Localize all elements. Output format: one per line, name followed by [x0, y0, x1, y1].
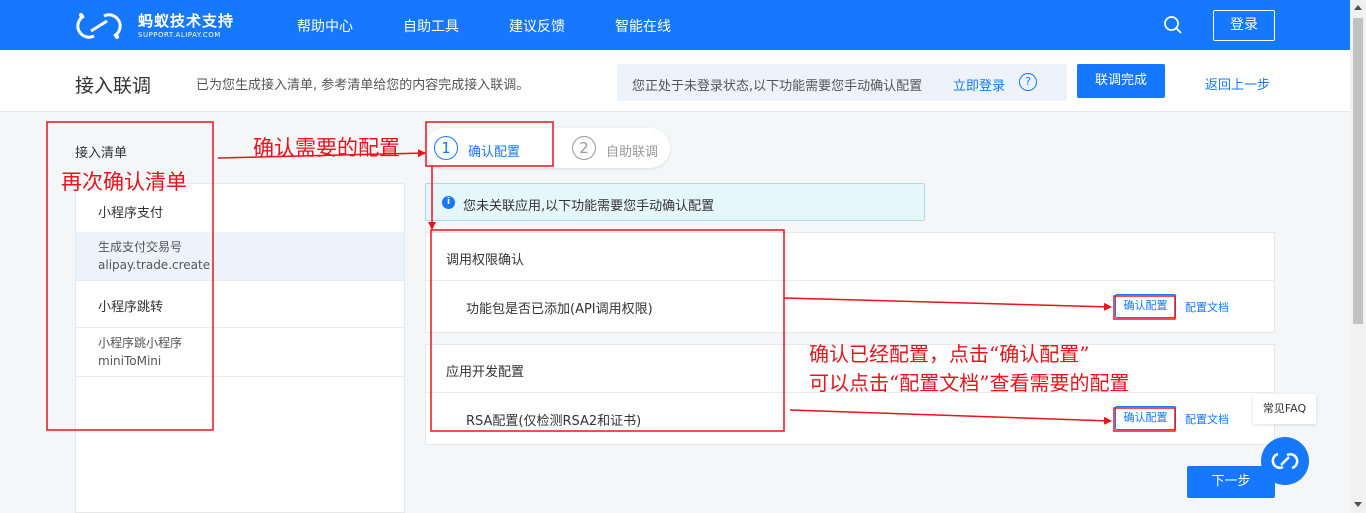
page-scrollbar[interactable] [1350, 0, 1366, 513]
nav-help-center[interactable]: 帮助中心 [297, 16, 353, 36]
faq-tooltip: 常见FAQ [1253, 394, 1316, 424]
nav-feedback[interactable]: 建议反馈 [509, 16, 565, 36]
checklist-item-mini-to-mini[interactable]: 小程序跳小程序 miniToMini [76, 328, 404, 376]
login-now-link[interactable]: 立即登录 [953, 75, 1005, 94]
search-icon[interactable] [1163, 15, 1183, 35]
checklist-group-mini-jump[interactable]: 小程序跳转 [76, 296, 404, 315]
debug-complete-button[interactable]: 联调完成 [1077, 64, 1165, 98]
step-1-label[interactable]: 确认配置 [468, 141, 520, 160]
back-link[interactable]: 返回上一步 [1205, 74, 1270, 93]
faq-button[interactable] [1261, 437, 1309, 485]
annotation-click-confirm: 确认已经配置，点击“确认配置” [809, 342, 1090, 366]
page-header: 接入联调 已为您生成接入清单, 参考清单给您的内容完成接入联调。 您正处于未登录… [0, 50, 1350, 112]
logo-title: 蚂蚁技术支持 [138, 11, 235, 30]
page-title: 接入联调 [75, 75, 152, 97]
annotation-confirm-config: 确认需要的配置 [253, 136, 400, 160]
help-icon[interactable]: ? [1019, 73, 1037, 91]
confirm-config-button[interactable]: 确认配置 [1115, 294, 1176, 318]
checklist-item-api: alipay.trade.create [98, 258, 211, 272]
site-logo[interactable]: 蚂蚁技术支持 SUPPORT.ALIPAY.COM [74, 10, 234, 42]
alipay-logo-icon [76, 13, 122, 39]
checklist-item-name: 生成支付交易号 [98, 240, 183, 254]
page-description: 已为您生成接入清单, 参考清单给您的内容完成接入联调。 [196, 78, 530, 93]
config-doc-link[interactable]: 配置文档 [1185, 411, 1229, 427]
top-navigation-bar: 蚂蚁技术支持 SUPPORT.ALIPAY.COM 帮助中心 自助工具 建议反馈… [0, 0, 1350, 50]
scroll-down-arrow-icon[interactable] [1354, 502, 1362, 507]
info-banner: i 您未关联应用,以下功能需要您手动确认配置 [425, 183, 925, 221]
checklist-item-trade-create[interactable]: 生成支付交易号 alipay.trade.create [76, 232, 404, 280]
checklist-panel: 小程序支付 生成支付交易号 alipay.trade.create 小程序跳转 … [75, 183, 405, 513]
divider [76, 376, 404, 377]
info-banner-text: 您未关联应用,以下功能需要您手动确认配置 [463, 199, 715, 214]
login-notice-text: 您正处于未登录状态,以下功能需要您手动确认配置 [632, 79, 923, 94]
nav-smart-online[interactable]: 智能在线 [615, 16, 671, 36]
checklist-item-api: miniToMini [98, 354, 162, 368]
checklist-title: 接入清单 [75, 146, 128, 161]
login-button[interactable]: 登录 [1213, 10, 1275, 41]
divider [76, 280, 404, 281]
config-doc-link[interactable]: 配置文档 [1185, 299, 1229, 315]
nav-self-service-tools[interactable]: 自助工具 [403, 16, 459, 36]
step-2-number: 2 [572, 136, 596, 160]
step-1-number: 1 [434, 136, 458, 160]
login-notice-bar: 您正处于未登录状态,以下功能需要您手动确认配置 立即登录 ? [617, 64, 1067, 101]
logo-text: 蚂蚁技术支持 SUPPORT.ALIPAY.COM [138, 11, 235, 39]
config-row-label: RSA配置(仅检测RSA2和证书) [466, 414, 642, 429]
config-row-label: 功能包是否已添加(API调用权限) [466, 302, 653, 317]
annotation-recheck-list: 再次确认清单 [61, 170, 187, 194]
card-title: 调用权限确认 [446, 253, 525, 268]
info-icon: i [442, 196, 455, 209]
confirm-config-button[interactable]: 确认配置 [1115, 406, 1176, 430]
checklist-item-name: 小程序跳小程序 [98, 336, 183, 350]
card-header: 调用权限确认 [426, 233, 1274, 281]
logo-subtitle: SUPPORT.ALIPAY.COM [138, 30, 221, 39]
config-card-permission: 调用权限确认 功能包是否已添加(API调用权限) 确认配置 配置文档 [425, 232, 1275, 333]
support-chat-icon [1271, 452, 1299, 470]
scroll-up-arrow-icon[interactable] [1354, 5, 1362, 10]
scrollbar-thumb[interactable] [1353, 18, 1363, 324]
annotation-view-docs: 可以点击“配置文档”查看需要的配置 [809, 371, 1130, 395]
step-2-label[interactable]: 自助联调 [606, 141, 658, 160]
step-indicator: 1 确认配置 2 自助联调 [425, 128, 670, 168]
card-title: 应用开发配置 [446, 365, 525, 380]
checklist-group-mini-payment[interactable]: 小程序支付 [76, 202, 404, 221]
